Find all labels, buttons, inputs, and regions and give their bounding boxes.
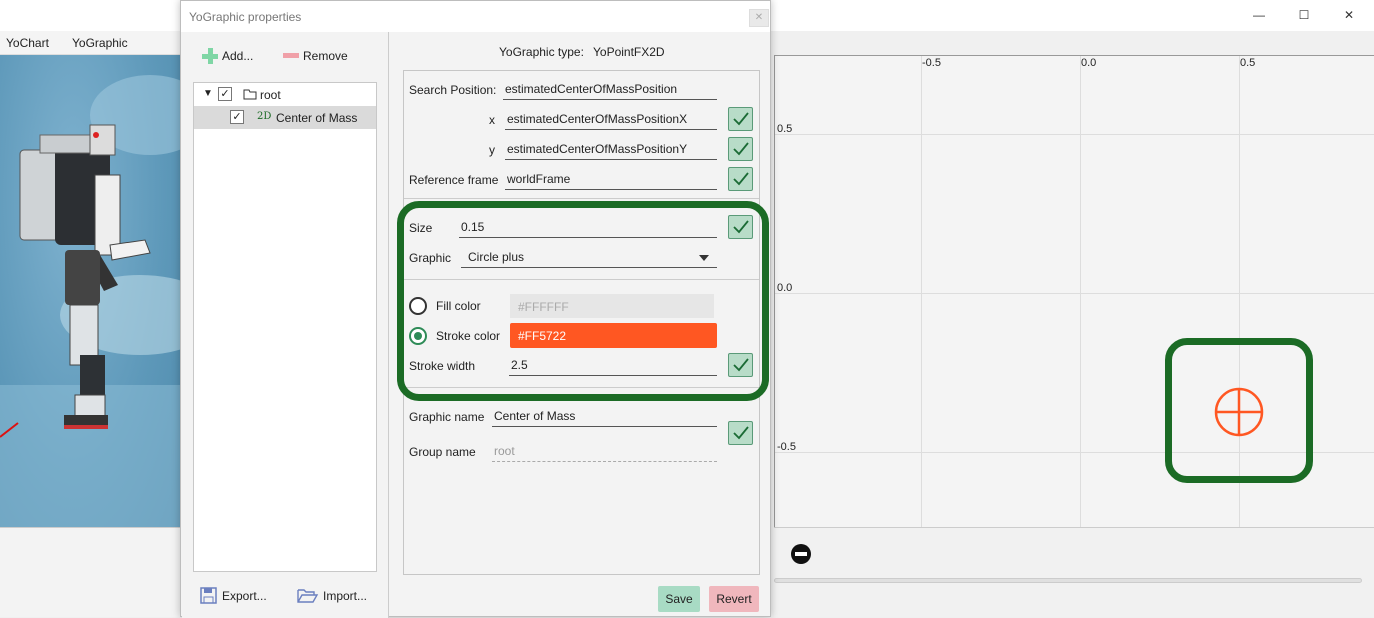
menu-yographic[interactable]: YoGraphic xyxy=(72,36,128,50)
menu-yochart[interactable]: YoChart xyxy=(6,36,49,50)
y-tick-label: 0.0 xyxy=(777,282,793,294)
graphic-name-label: Graphic name xyxy=(409,410,485,424)
checkmark-icon xyxy=(733,172,749,186)
graphic-type-label: YoGraphic type: xyxy=(499,45,584,59)
yographic-properties-dialog: YoGraphic properties ✕ Add... Remove ▼ ✓… xyxy=(180,0,771,618)
plot-bottom-panel xyxy=(774,527,1374,617)
dialog-close-button[interactable]: ✕ xyxy=(749,9,769,27)
group-name-label: Group name xyxy=(409,445,476,459)
minimize-button[interactable]: — xyxy=(1236,0,1282,30)
properties-pane: YoGraphic type: YoPointFX2D Search Posit… xyxy=(391,32,771,618)
remove-label: Remove xyxy=(303,49,348,63)
y-valid-checkmark[interactable] xyxy=(728,137,753,161)
graphic-name-field[interactable]: Center of Mass xyxy=(492,403,717,427)
grid-line-v xyxy=(921,56,922,527)
graphic-type-value: YoPointFX2D xyxy=(593,45,665,59)
import-label: Import... xyxy=(323,589,368,603)
2d-badge-icon: 2D xyxy=(257,111,272,122)
grid-line-h xyxy=(775,134,1374,135)
search-position-field[interactable]: estimatedCenterOfMassPosition xyxy=(503,76,717,100)
save-disk-icon xyxy=(200,587,217,604)
tree-item-root[interactable]: ▼ ✓ root xyxy=(194,83,376,106)
plus-icon xyxy=(202,48,218,64)
x-tick-label: 0.0 xyxy=(1081,57,1097,69)
save-button[interactable]: Save xyxy=(658,586,700,612)
settings-highlight-box xyxy=(397,201,769,401)
grid-line-h xyxy=(775,293,1374,294)
y-label: y xyxy=(489,143,495,157)
export-label: Export... xyxy=(222,589,267,603)
tree-item-label: root xyxy=(260,88,281,102)
add-button[interactable]: Add... xyxy=(202,48,253,64)
grid-line-v xyxy=(1080,56,1081,527)
menu-bar: YoChart YoGraphic xyxy=(0,31,182,55)
folder-open-icon xyxy=(243,89,257,100)
divider xyxy=(404,198,759,199)
x-valid-checkmark[interactable] xyxy=(728,107,753,131)
tree-item-label: Center of Mass xyxy=(276,111,358,125)
x-tick-label: 0.5 xyxy=(1240,57,1256,69)
folder-open-icon xyxy=(297,589,319,603)
graphic-tree[interactable]: ▼ ✓ root ✓ 2D Center of Mass xyxy=(193,82,377,572)
dialog-title-bar: YoGraphic properties ✕ xyxy=(181,1,770,32)
close-button[interactable]: ✕ xyxy=(1326,0,1372,30)
y-tick-label: 0.5 xyxy=(777,123,793,135)
y-field[interactable]: estimatedCenterOfMassPositionY xyxy=(505,136,717,160)
y-tick-label: -0.5 xyxy=(777,441,796,453)
checkmark-icon xyxy=(733,112,749,126)
minus-icon xyxy=(283,53,299,58)
remove-circle-icon[interactable] xyxy=(790,543,812,565)
bottom-left-panel xyxy=(0,527,182,617)
plot-canvas[interactable]: -0.5 0.0 0.5 0.5 0.0 -0.5 xyxy=(774,55,1374,527)
x-tick-label: -0.5 xyxy=(922,57,941,69)
robot-image xyxy=(0,75,182,527)
remove-button[interactable]: Remove xyxy=(283,49,348,63)
center-of-mass-marker xyxy=(1214,387,1264,437)
checkmark-icon xyxy=(733,426,749,440)
tree-item-center-of-mass[interactable]: ✓ 2D Center of Mass xyxy=(194,106,376,129)
import-button[interactable]: Import... xyxy=(297,587,367,605)
x-field[interactable]: estimatedCenterOfMassPositionX xyxy=(505,106,717,130)
robot-3d-view[interactable] xyxy=(0,55,182,527)
reference-frame-valid-checkmark[interactable] xyxy=(728,167,753,191)
export-button[interactable]: Export... xyxy=(200,587,267,605)
search-position-label: Search Position: xyxy=(409,83,497,97)
dialog-title: YoGraphic properties xyxy=(189,10,302,24)
horizontal-scrollbar[interactable] xyxy=(774,578,1362,583)
name-valid-checkmark[interactable] xyxy=(728,421,753,445)
checkmark-icon xyxy=(733,142,749,156)
reference-frame-field[interactable]: worldFrame xyxy=(505,166,717,190)
x-label: x xyxy=(489,113,495,127)
graphic-tree-pane: Add... Remove ▼ ✓ root ✓ 2D Center of Ma… xyxy=(182,32,389,618)
maximize-button[interactable]: ☐ xyxy=(1281,0,1327,30)
group-name-field[interactable]: root xyxy=(492,438,717,462)
center-of-mass-checkbox[interactable]: ✓ xyxy=(230,110,244,124)
reference-frame-label: Reference frame xyxy=(409,173,499,187)
root-checkbox[interactable]: ✓ xyxy=(218,87,232,101)
expand-arrow-icon[interactable]: ▼ xyxy=(203,88,213,99)
add-label: Add... xyxy=(222,49,254,63)
revert-button[interactable]: Revert xyxy=(709,586,759,612)
